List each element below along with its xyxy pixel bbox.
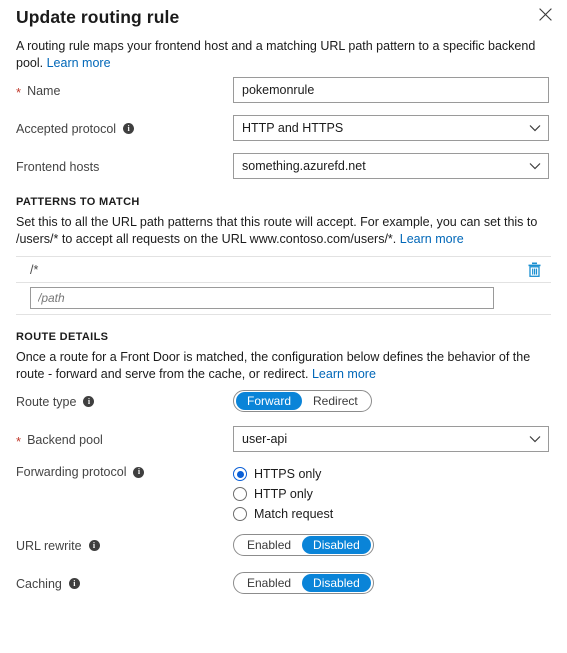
- patterns-description: Set this to all the URL path patterns th…: [16, 214, 546, 248]
- backend-pool-label-text: Backend pool: [27, 432, 103, 447]
- form-row-url-rewrite: URL rewrite i Enabled Disabled: [16, 531, 551, 559]
- accepted-protocol-label-text: Accepted protocol: [16, 121, 117, 136]
- info-icon[interactable]: i: [133, 466, 145, 478]
- route-description: Once a route for a Front Door is matched…: [16, 349, 546, 383]
- forwarding-protocol-radiogroup: HTTPS only HTTP only Match request: [233, 463, 551, 524]
- backend-pool-value: user-api: [242, 432, 288, 446]
- route-type-option-redirect[interactable]: Redirect: [302, 392, 369, 410]
- name-input[interactable]: [233, 77, 549, 103]
- route-type-toggle[interactable]: Forward Redirect: [233, 390, 372, 412]
- pattern-new-row: [16, 283, 551, 315]
- info-icon[interactable]: i: [123, 123, 135, 134]
- url-rewrite-option-disabled[interactable]: Disabled: [302, 536, 371, 554]
- form-row-caching: Caching i Enabled Disabled: [16, 569, 551, 597]
- caching-label: Caching i: [16, 575, 233, 592]
- radio-label: HTTP only: [254, 487, 313, 501]
- route-section-heading: ROUTE DETAILS: [16, 331, 109, 343]
- trash-icon[interactable]: [523, 259, 545, 281]
- form-row-accepted-protocol: Accepted protocol i HTTP and HTTPS: [16, 114, 551, 142]
- caching-toggle[interactable]: Enabled Disabled: [233, 572, 374, 594]
- radio-match-request[interactable]: Match request: [233, 504, 551, 524]
- url-rewrite-label: URL rewrite i: [16, 537, 233, 554]
- accepted-protocol-value: HTTP and HTTPS: [242, 121, 344, 135]
- patterns-section-heading: PATTERNS TO MATCH: [16, 196, 140, 208]
- frontend-hosts-control: something.azurefd.net: [233, 153, 551, 179]
- route-learn-more-link[interactable]: Learn more: [312, 367, 376, 381]
- radio-http-only[interactable]: HTTP only: [233, 484, 551, 504]
- intro-learn-more-link[interactable]: Learn more: [47, 56, 111, 70]
- intro-description: A routing rule maps your frontend host a…: [16, 38, 546, 72]
- radio-indicator: [233, 507, 247, 521]
- form-row-forwarding-protocol: Forwarding protocol i HTTPS only HTTP on…: [16, 463, 551, 525]
- pattern-path-input[interactable]: [30, 287, 494, 309]
- url-rewrite-control: Enabled Disabled: [233, 534, 551, 556]
- forwarding-protocol-label-text: Forwarding protocol: [16, 465, 127, 479]
- required-asterisk: *: [16, 433, 22, 449]
- url-rewrite-toggle[interactable]: Enabled Disabled: [233, 534, 374, 556]
- route-type-control: Forward Redirect: [233, 390, 551, 412]
- name-label-text: Name: [27, 83, 61, 98]
- name-control: [233, 77, 551, 103]
- patterns-learn-more-link[interactable]: Learn more: [400, 232, 464, 246]
- backend-pool-control: user-api: [233, 426, 551, 452]
- caching-option-disabled[interactable]: Disabled: [302, 574, 371, 592]
- url-rewrite-label-text: URL rewrite: [16, 538, 82, 553]
- caching-label-text: Caching: [16, 576, 62, 591]
- route-type-option-forward[interactable]: Forward: [236, 392, 303, 410]
- required-asterisk: *: [16, 84, 22, 100]
- accepted-protocol-select[interactable]: HTTP and HTTPS: [233, 115, 549, 141]
- radio-indicator: [233, 487, 247, 501]
- caching-control: Enabled Disabled: [233, 572, 551, 594]
- close-icon[interactable]: [533, 2, 557, 26]
- name-label: * Name: [16, 82, 233, 99]
- frontend-hosts-label-text: Frontend hosts: [16, 159, 100, 174]
- radio-https-only[interactable]: HTTPS only: [233, 464, 551, 484]
- panel-header: Update routing rule: [0, 0, 567, 32]
- pattern-value: /*: [30, 262, 39, 277]
- radio-label: Match request: [254, 507, 334, 521]
- form-row-route-type: Route type i Forward Redirect: [16, 387, 551, 415]
- route-description-text: Once a route for a Front Door is matched…: [16, 350, 531, 381]
- table-row[interactable]: /*: [16, 256, 551, 283]
- panel-body: A routing rule maps your frontend host a…: [0, 38, 567, 597]
- accepted-protocol-control: HTTP and HTTPS: [233, 115, 551, 141]
- form-row-backend-pool: * Backend pool user-api: [16, 425, 551, 453]
- patterns-list: /*: [16, 256, 551, 315]
- form-row-frontend-hosts: Frontend hosts something.azurefd.net: [16, 152, 551, 180]
- backend-pool-select[interactable]: user-api: [233, 426, 549, 452]
- radio-label: HTTPS only: [254, 467, 322, 481]
- page-title: Update routing rule: [16, 7, 180, 27]
- form-row-name: * Name: [16, 76, 551, 104]
- forwarding-protocol-label: Forwarding protocol i: [16, 463, 233, 480]
- route-type-label: Route type i: [16, 393, 233, 410]
- radio-indicator: [233, 467, 247, 481]
- frontend-hosts-label: Frontend hosts: [16, 158, 233, 175]
- accepted-protocol-label: Accepted protocol i: [16, 120, 233, 137]
- caching-option-enabled[interactable]: Enabled: [236, 574, 302, 592]
- info-icon[interactable]: i: [68, 578, 80, 589]
- url-rewrite-option-enabled[interactable]: Enabled: [236, 536, 302, 554]
- info-icon[interactable]: i: [83, 396, 95, 407]
- frontend-hosts-value: something.azurefd.net: [242, 159, 366, 173]
- info-icon[interactable]: i: [88, 540, 100, 551]
- route-type-label-text: Route type: [16, 394, 77, 409]
- frontend-hosts-select[interactable]: something.azurefd.net: [233, 153, 549, 179]
- backend-pool-label: * Backend pool: [16, 431, 233, 448]
